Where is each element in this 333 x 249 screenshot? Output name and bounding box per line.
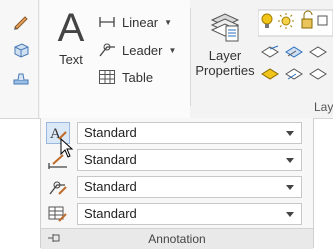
table-style-select[interactable]: Standard bbox=[77, 203, 302, 225]
annotation-panel-title: Annotation bbox=[148, 232, 206, 246]
annotation-panel-footer: Annotation bbox=[41, 228, 313, 249]
layer-properties-icon bbox=[210, 13, 240, 42]
draw-tools-strip bbox=[0, 0, 39, 118]
stamp-icon[interactable] bbox=[12, 70, 30, 86]
layer-freeze-icon[interactable] bbox=[309, 46, 327, 58]
dimension-style-row: Standard bbox=[47, 149, 307, 171]
layer-match-icon[interactable] bbox=[261, 68, 279, 80]
chevron-down-icon[interactable] bbox=[286, 212, 294, 217]
table-icon bbox=[99, 70, 115, 84]
dimension-style-select[interactable]: Standard bbox=[77, 149, 302, 171]
table-button[interactable]: Table bbox=[98, 67, 153, 87]
multileader-style-value: Standard bbox=[84, 179, 137, 194]
table-button-label: Table bbox=[122, 69, 154, 85]
multileader-style-icon[interactable] bbox=[47, 177, 69, 197]
dimension-style-value: Standard bbox=[84, 152, 137, 167]
text-style-select[interactable]: Standard bbox=[77, 122, 302, 144]
chevron-down-icon[interactable]: ▼ bbox=[168, 46, 176, 55]
layer-properties-label-1: Layer bbox=[208, 48, 242, 63]
text-style-value: Standard bbox=[84, 125, 137, 140]
leader-icon bbox=[99, 43, 115, 57]
layer-previous-icon[interactable] bbox=[285, 68, 303, 80]
table-style-row: Standard bbox=[47, 203, 307, 225]
chevron-down-icon[interactable] bbox=[286, 158, 294, 163]
table-style-icon[interactable] bbox=[47, 204, 69, 224]
leader-button[interactable]: Leader ▼ bbox=[98, 40, 176, 60]
text-button[interactable]: A Text bbox=[48, 6, 94, 86]
linear-button[interactable]: Linear ▼ bbox=[98, 12, 172, 32]
text-button-label: Text bbox=[59, 52, 83, 67]
layer-isolate-icon[interactable] bbox=[285, 46, 303, 58]
multileader-style-select[interactable]: Standard bbox=[77, 176, 302, 198]
linear-button-label: Linear bbox=[122, 14, 159, 30]
3d-box-icon[interactable] bbox=[12, 42, 30, 58]
chevron-down-icon[interactable] bbox=[286, 131, 294, 136]
mouse-cursor-icon bbox=[60, 137, 74, 163]
color-swatch-icon[interactable] bbox=[317, 15, 328, 26]
chevron-down-icon[interactable] bbox=[286, 185, 294, 190]
layer-properties-label-2: Properties bbox=[195, 63, 255, 78]
multileader-style-row: Standard bbox=[47, 176, 307, 198]
chevron-down-icon[interactable]: ▼ bbox=[164, 18, 172, 27]
panel-separator bbox=[190, 8, 191, 106]
text-style-row: A Standard bbox=[46, 122, 307, 144]
layer-off-icon[interactable] bbox=[261, 45, 279, 58]
layer-properties-button[interactable]: Layer Properties bbox=[194, 8, 256, 92]
linear-dimension-icon bbox=[99, 17, 115, 27]
annotation-panel-dropdown: A Standard Standard Standard Standard An… bbox=[40, 118, 314, 249]
leader-button-label: Leader bbox=[122, 42, 163, 58]
pencil-icon[interactable] bbox=[12, 14, 30, 30]
layers-panel-caption: Lay bbox=[314, 100, 333, 114]
ribbon: A Text Linear ▼ Leader ▼ Table Layer Pro… bbox=[0, 0, 333, 119]
text-icon: A bbox=[57, 6, 85, 50]
layer-walk-icon[interactable] bbox=[309, 68, 327, 80]
table-style-value: Standard bbox=[84, 206, 137, 221]
